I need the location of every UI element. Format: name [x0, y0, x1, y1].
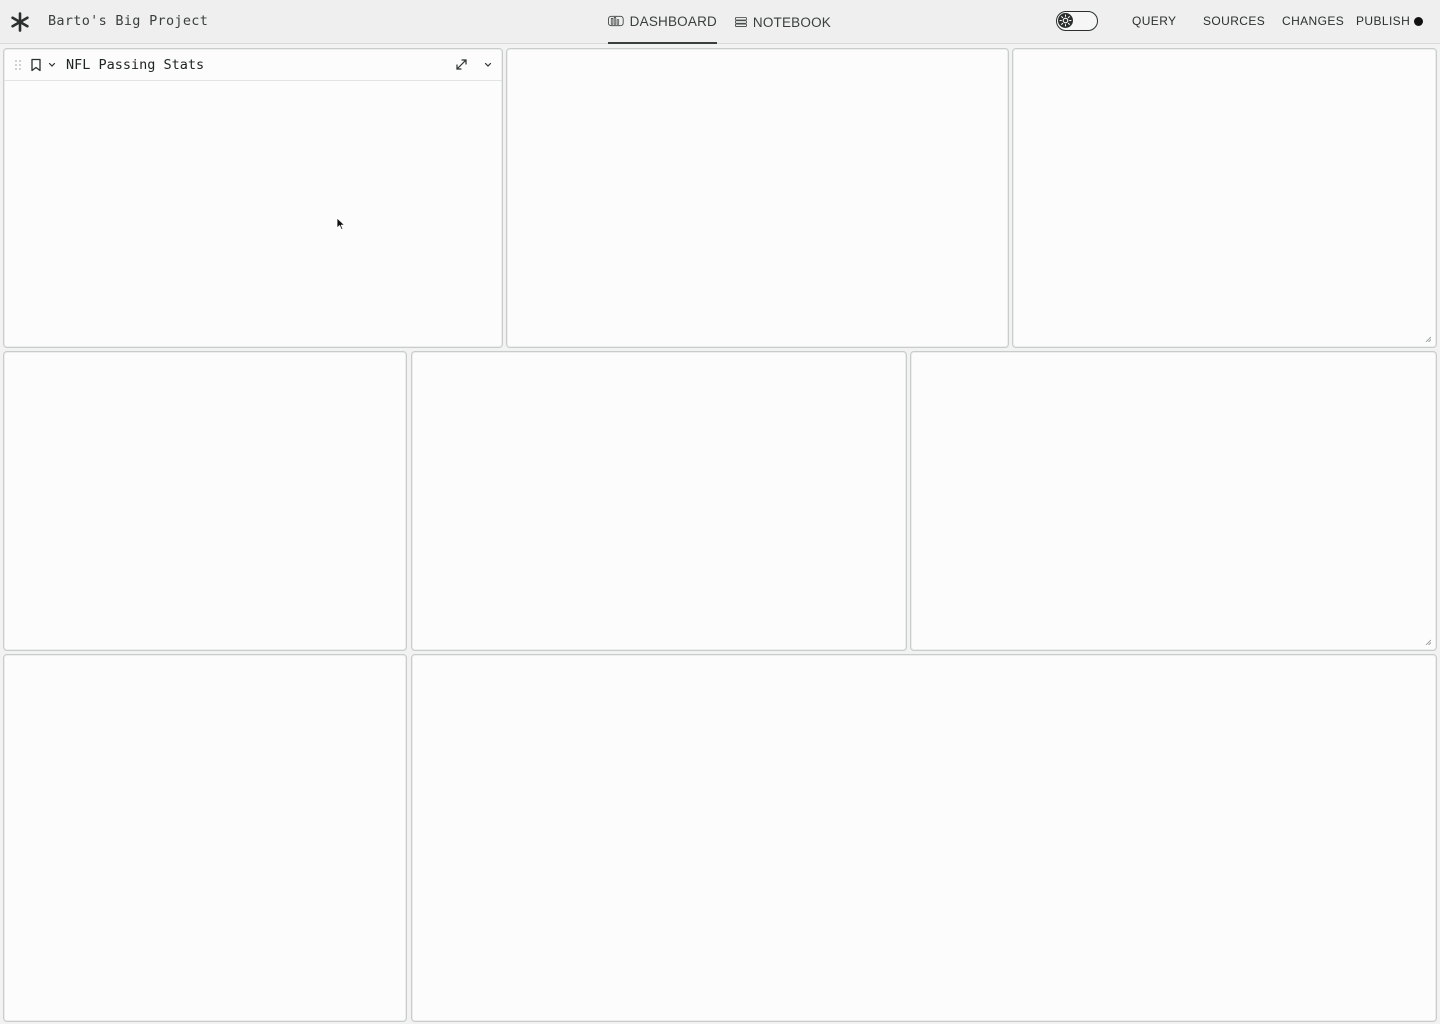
expand-icon[interactable] [455, 58, 468, 71]
dashboard-panel[interactable] [411, 351, 907, 651]
dashboard-panel[interactable] [411, 654, 1437, 1022]
panel-title: NFL Passing Stats [66, 57, 205, 73]
stacked-rows-icon [735, 17, 747, 27]
dashboard-panel[interactable] [506, 48, 1009, 348]
tab-dashboard[interactable]: DASHBOARD [608, 0, 717, 44]
changes-button[interactable]: CHANGES [1282, 14, 1344, 28]
resize-handle-icon[interactable] [1425, 639, 1431, 645]
dashboard-panel[interactable] [3, 351, 407, 651]
dashboard-panel[interactable] [1012, 48, 1437, 348]
mouse-pointer-icon [336, 217, 345, 230]
dashboard-panel[interactable] [910, 351, 1437, 651]
asterisk-logo-icon[interactable] [10, 12, 30, 32]
publish-status-dot [1414, 16, 1424, 26]
dashboard-panel-nfl-passing-stats[interactable]: NFL Passing Stats [3, 48, 503, 348]
chevron-down-icon[interactable] [48, 62, 56, 68]
sources-button[interactable]: SOURCES [1203, 14, 1265, 28]
publish-button[interactable]: PUBLISH [1356, 14, 1424, 28]
drag-handle-icon[interactable] [14, 59, 22, 71]
publish-label: PUBLISH [1356, 14, 1411, 28]
project-title: Barto's Big Project [48, 13, 209, 29]
tab-dashboard-label: DASHBOARD [629, 13, 717, 29]
top-bar: Barto's Big Project DASHBOARD NOTEBOOK Q… [0, 0, 1440, 44]
resize-handle-icon[interactable] [1425, 336, 1431, 342]
bar-chart-icon [608, 15, 624, 27]
chevron-down-icon[interactable] [484, 62, 492, 68]
tab-notebook-label: NOTEBOOK [752, 14, 831, 30]
theme-toggle[interactable] [1056, 11, 1098, 31]
bookmark-icon[interactable] [30, 58, 42, 72]
sun-icon [1059, 14, 1072, 27]
panel-header: NFL Passing Stats [4, 49, 502, 81]
dashboard-panel[interactable] [3, 654, 407, 1022]
tab-notebook[interactable]: NOTEBOOK [735, 0, 831, 44]
toggle-knob [1058, 13, 1073, 28]
query-button[interactable]: QUERY [1132, 14, 1176, 28]
